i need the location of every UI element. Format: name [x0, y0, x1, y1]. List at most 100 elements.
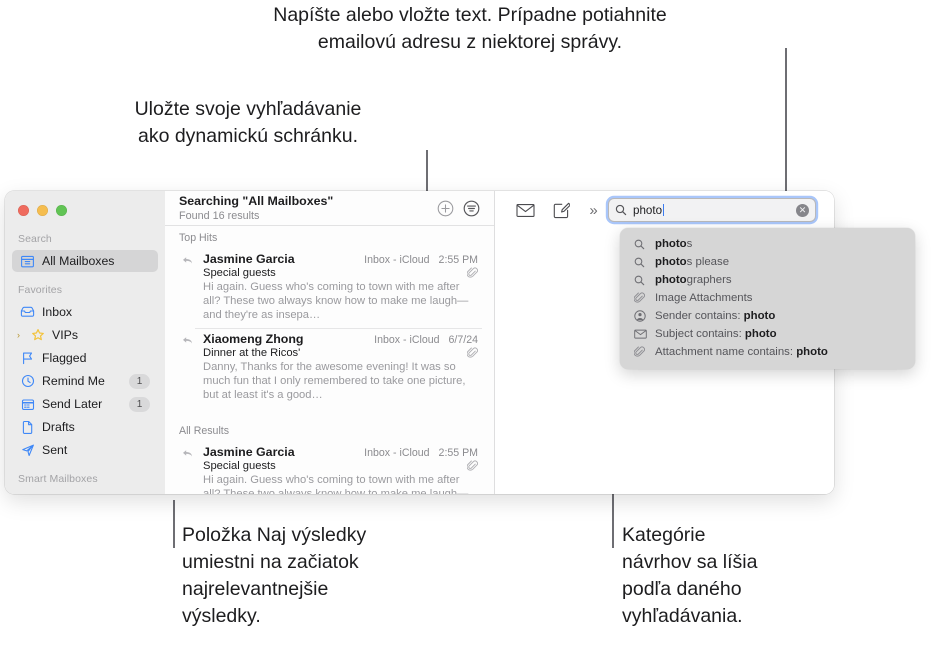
sidebar-item-drafts[interactable]: Drafts	[12, 416, 158, 438]
search-icon	[615, 204, 627, 216]
message-sender: Jasmine Garcia	[203, 445, 295, 460]
suggestion-item-subject-contains[interactable]: Subject contains: photo	[620, 325, 915, 343]
suggestion-match: photo	[655, 274, 687, 286]
search-icon	[634, 275, 650, 286]
suggestion-rest: s	[686, 238, 693, 250]
sidebar-item-remind-me[interactable]: Remind Me 1	[12, 370, 158, 392]
search-suggestions-dropdown[interactable]: photos photos please photographers Image…	[620, 228, 915, 369]
message-row[interactable]: Jasmine Garcia Inbox - iCloud 2:55 PM Sp…	[165, 442, 494, 494]
sidebar-list: Search All Mailboxes Favorites Inbox › V…	[5, 191, 165, 489]
message-row[interactable]: Xiaomeng Zhong Inbox - iCloud 6/7/24 Din…	[165, 329, 494, 409]
suggestion-match: photo	[655, 256, 687, 268]
sidebar-item-label: Send Later	[42, 397, 103, 411]
callout-text-top: Napíšte alebo vložte text. Prípadne poti…	[273, 4, 667, 53]
unread-badge: 1	[129, 373, 150, 389]
all-mailboxes-icon	[18, 255, 37, 268]
sidebar-item-send-later[interactable]: Send Later 1	[12, 393, 158, 415]
envelope-icon	[634, 329, 650, 339]
minimize-button[interactable]	[37, 205, 48, 216]
sidebar-item-inbox[interactable]: Inbox	[12, 301, 158, 323]
callout-text-bottom-left: Položka Naj výsledky umiestni na začiato…	[182, 524, 367, 627]
sidebar-section-header-favorites: Favorites	[18, 284, 63, 296]
group-label-all-results: All Results	[179, 425, 230, 438]
paperclip-icon	[634, 292, 650, 304]
sidebar-item-all-mailboxes[interactable]: All Mailboxes	[12, 250, 158, 272]
suggestion-item-sender-contains[interactable]: Sender contains: photo	[620, 307, 915, 325]
sidebar-item-sent[interactable]: Sent	[12, 439, 158, 461]
callout-text-left: Uložte svoje vyhľadávanie ako dynamickú …	[134, 98, 362, 147]
close-button[interactable]	[18, 205, 29, 216]
message-mailbox: Inbox - iCloud	[374, 334, 440, 347]
search-input[interactable]: photo ✕	[609, 199, 815, 221]
zoom-button[interactable]	[56, 205, 67, 216]
filter-button[interactable]	[458, 195, 484, 221]
person-icon	[634, 310, 650, 322]
replied-arrow-icon	[182, 336, 193, 345]
callout-text-bottom-right: Kategórie návrhov sa líšia podľa daného …	[622, 524, 758, 627]
message-subject: Dinner at the Ricos'	[203, 347, 301, 360]
suggestion-item[interactable]: photos	[620, 235, 915, 253]
sidebar-item-label: VIPs	[52, 328, 78, 342]
result-count: Found 16 results	[179, 209, 260, 222]
suggestion-label: Image Attachments	[655, 292, 753, 304]
suggestion-match: photo	[744, 328, 777, 340]
suggestion-item-attachment-name-contains[interactable]: Attachment name contains: photo	[620, 343, 915, 361]
search-status: Searching "All Mailboxes" Found 16 resul…	[179, 194, 432, 223]
star-icon	[28, 328, 47, 342]
suggestion-item-image-attachments[interactable]: Image Attachments	[620, 289, 915, 307]
get-mail-icon[interactable]	[507, 196, 543, 224]
leader-line-top-right	[785, 48, 787, 211]
suggestion-match: photo	[796, 346, 828, 358]
group-label-top-hits: Top Hits	[179, 232, 218, 245]
suggestion-match: photo	[743, 310, 776, 322]
message-mailbox: Inbox - iCloud	[364, 447, 430, 460]
calendar-icon	[18, 398, 37, 411]
message-list-header: Searching "All Mailboxes" Found 16 resul…	[165, 191, 494, 227]
text-caret	[663, 203, 665, 216]
compose-icon[interactable]	[543, 196, 579, 224]
leader-line-bottom-left	[173, 500, 175, 548]
message-list-pane: Searching "All Mailboxes" Found 16 resul…	[165, 191, 495, 494]
paperclip-icon	[634, 346, 650, 358]
sidebar-section-header-search: Search	[18, 233, 52, 245]
unread-badge: 1	[129, 396, 150, 412]
sidebar-item-label: Sent	[42, 443, 68, 457]
message-preview: Hi again. Guess who's coming to town wit…	[203, 474, 468, 494]
suggestion-prefix: Subject contains:	[655, 328, 745, 340]
message-date: 2:55 PM	[438, 447, 478, 460]
sidebar-item-label: Flagged	[42, 351, 87, 365]
chevron-right-icon[interactable]: ›	[17, 330, 28, 340]
search-input-value: photo	[633, 203, 796, 217]
message-preview: Hi again. Guess who's coming to town wit…	[203, 281, 469, 322]
suggestion-prefix: Attachment name contains:	[655, 346, 797, 358]
message-subject: Special guests	[203, 460, 276, 473]
document-icon	[18, 420, 37, 434]
message-row[interactable]: Jasmine Garcia Inbox - iCloud 2:55 PM Sp…	[165, 249, 494, 330]
replied-arrow-icon	[182, 449, 193, 458]
sidebar-item-label: Inbox	[42, 305, 73, 319]
toolbar-overflow-button[interactable]: »	[579, 202, 607, 219]
message-sender: Xiaomeng Zhong	[203, 332, 304, 347]
message-mailbox: Inbox - iCloud	[364, 254, 430, 267]
flag-icon	[18, 351, 37, 365]
sidebar: Search All Mailboxes Favorites Inbox › V…	[5, 191, 165, 494]
suggestion-item[interactable]: photographers	[620, 271, 915, 289]
paperclip-icon	[467, 347, 478, 359]
clear-icon[interactable]: ✕	[796, 203, 809, 217]
traffic-lights	[18, 205, 67, 216]
sidebar-item-flagged[interactable]: Flagged	[12, 347, 158, 369]
suggestion-match: photo	[655, 238, 687, 250]
search-scope-title: Searching "All Mailboxes"	[179, 193, 334, 208]
search-icon	[634, 239, 650, 250]
sidebar-item-vips[interactable]: › VIPs	[12, 324, 158, 346]
message-list-body[interactable]: Top Hits Jasmine Garcia Inbox - iCloud 2…	[165, 226, 494, 494]
message-date: 2:55 PM	[438, 254, 478, 267]
add-smart-mailbox-button[interactable]	[432, 195, 458, 221]
clock-icon	[18, 374, 37, 388]
inbox-icon	[18, 306, 37, 318]
sidebar-section-header-smart-mailboxes: Smart Mailboxes	[18, 473, 98, 485]
replied-arrow-icon	[182, 256, 193, 265]
suggestion-item[interactable]: photos please	[620, 253, 915, 271]
suggestion-prefix: Sender contains:	[655, 310, 744, 322]
paperclip-icon	[467, 460, 478, 472]
